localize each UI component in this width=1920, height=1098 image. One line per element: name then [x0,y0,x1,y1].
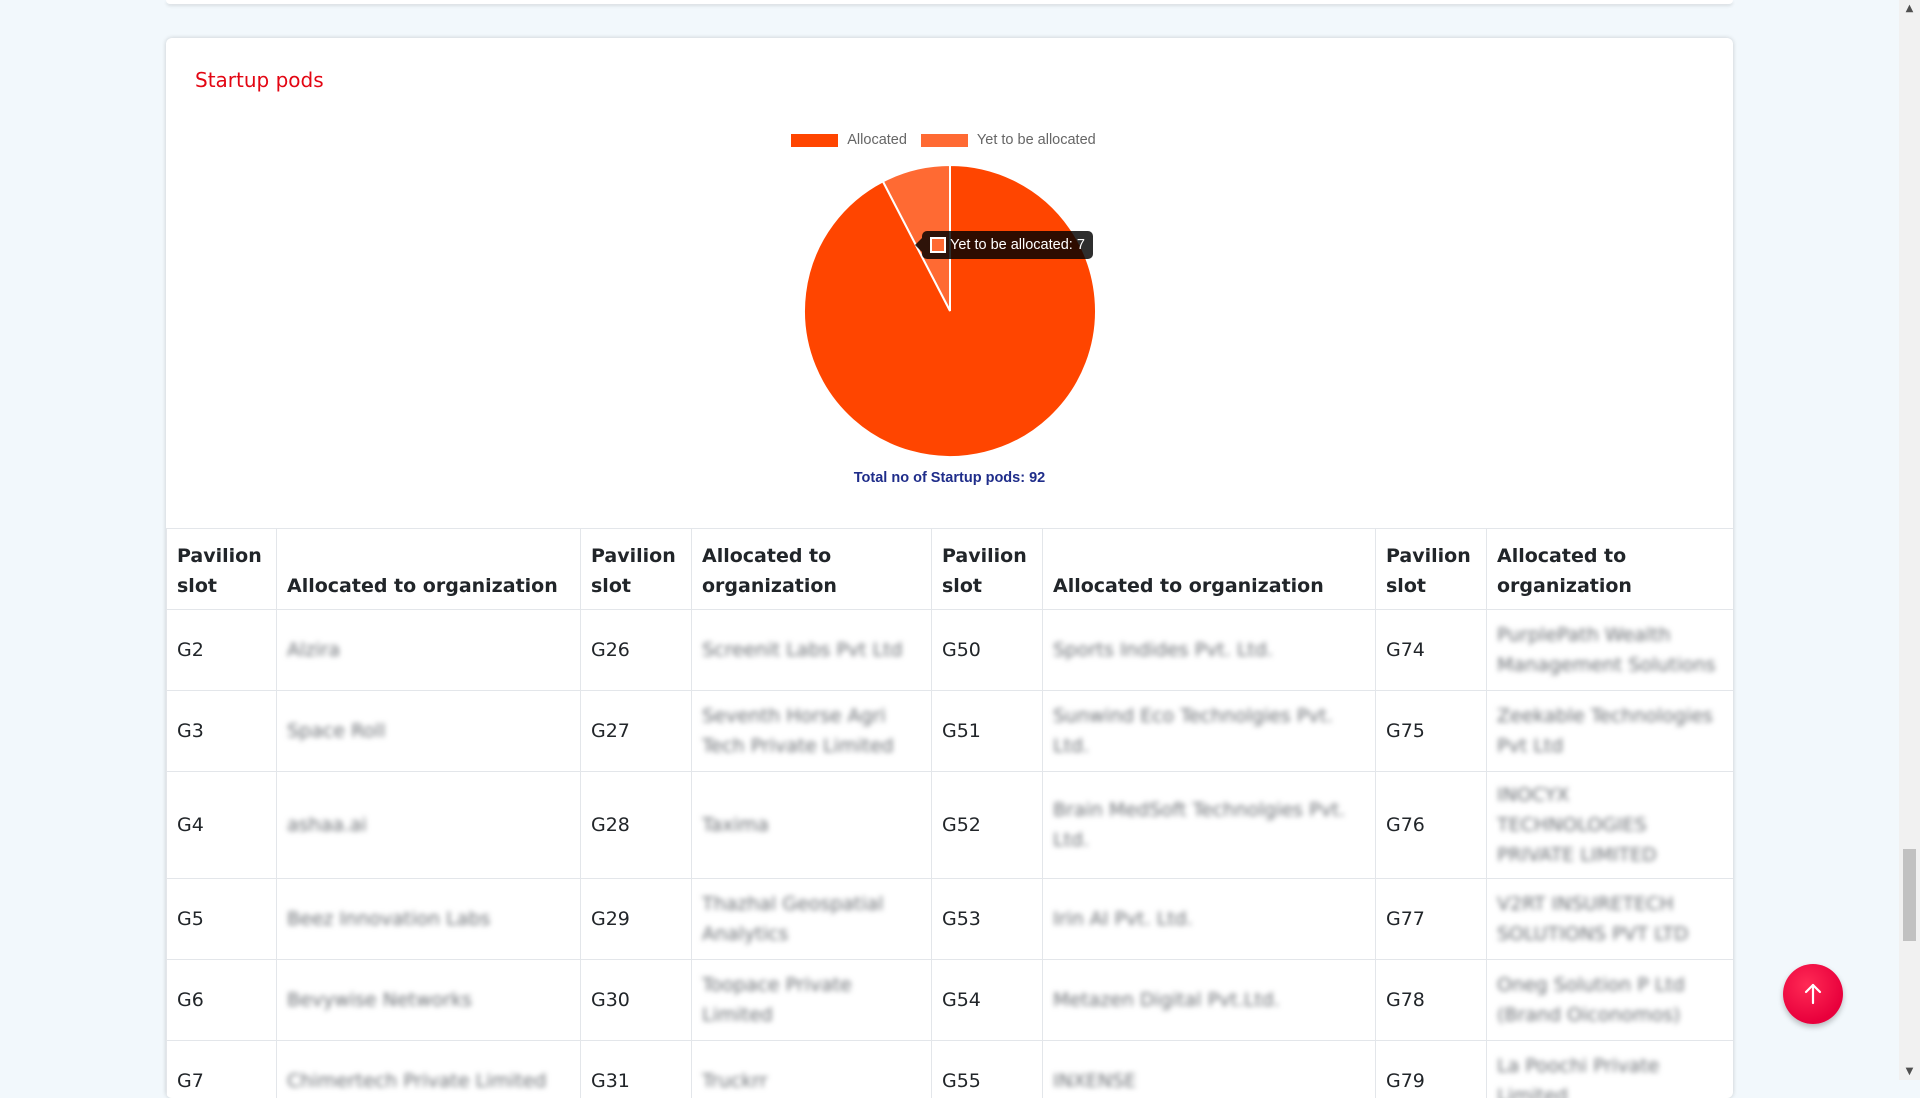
table-row: G6Bevywise NetworksG30Toopace Private Li… [167,960,1734,1041]
pavilion-slot-cell: G5 [167,879,277,960]
pavilion-slot-cell: G6 [167,960,277,1041]
organization-cell: PurplePath Wealth Management Solutions [1487,610,1734,691]
tooltip-text: Yet to be allocated: 7 [950,237,1085,253]
organization-cell: V2RT INSURETECH SOLUTIONS PVT LTD [1487,879,1734,960]
table-row: G2AlziraG26Screenit Labs Pvt LtdG50Sport… [167,610,1734,691]
legend-label-allocated: Allocated [847,132,907,148]
organization-cell: Screenit Labs Pvt Ltd [692,610,932,691]
scroll-to-top-button[interactable] [1783,964,1843,1024]
pie-chart-svg [800,161,1100,461]
pavilion-slot-cell: G52 [932,772,1043,879]
column-header: Pavilion slot [581,529,692,610]
pavilion-slot-cell: G29 [581,879,692,960]
chart-tooltip: Yet to be allocated: 7 [922,231,1093,259]
table-row: G7Chimertech Private LimitedG31TruckrrG5… [167,1041,1734,1098]
pavilion-slot-cell: G2 [167,610,277,691]
pavilion-slot-cell: G50 [932,610,1043,691]
organization-cell: INXENSE [1043,1041,1376,1098]
column-header: Allocated to organization [277,529,581,610]
table-header-row: Pavilion slot Allocated to organization … [167,529,1734,610]
pavilion-slot-cell: G7 [167,1041,277,1098]
legend-swatch-allocated [791,134,838,147]
pavilion-slot-cell: G78 [1376,960,1487,1041]
pavilion-slot-cell: G4 [167,772,277,879]
column-header: Pavilion slot [932,529,1043,610]
column-header: Pavilion slot [167,529,277,610]
legend-swatch-yet-to-be-allocated [921,134,968,147]
organization-cell: Brain MedSoft Technolgies Pvt. Ltd. [1043,772,1376,879]
pavilion-slot-cell: G3 [167,691,277,772]
pavilion-slot-cell: G74 [1376,610,1487,691]
legend-label-yet-to-be-allocated: Yet to be allocated [977,132,1096,148]
organization-cell: Beez Innovation Labs [277,879,581,960]
organization-cell: Metazen Digital Pvt.Ltd. [1043,960,1376,1041]
pavilion-slot-cell: G53 [932,879,1043,960]
organization-cell: Bevywise Networks [277,960,581,1041]
previous-card-edge [166,0,1733,4]
tooltip-swatch [930,237,946,253]
table-row: G3Space RollG27Seventh Horse Agri Tech P… [167,691,1734,772]
organization-cell: Seventh Horse Agri Tech Private Limited [692,691,932,772]
scroll-up-arrow-icon[interactable]: ▲ [1899,0,1920,17]
pavilion-slot-cell: G30 [581,960,692,1041]
pavilion-slot-cell: G27 [581,691,692,772]
pavilion-slot-cell: G76 [1376,772,1487,879]
organization-cell: La Poochi Private Limited [1487,1041,1734,1098]
organization-cell: ashaa.ai [277,772,581,879]
organization-cell: INOCYX TECHNOLOGIES PRIVATE LIMITED [1487,772,1734,879]
column-header: Allocated to organization [1043,529,1376,610]
scrollbar-thumb[interactable] [1903,849,1916,941]
pavilion-slot-cell: G77 [1376,879,1487,960]
chart-legend: Allocated Yet to be allocated [166,132,1727,148]
column-header: Allocated to organization [1487,529,1734,610]
organization-cell: Alzira [277,610,581,691]
organization-cell: Oneg Solution P Ltd (Brand Oiconomos) [1487,960,1734,1041]
organization-cell: Taxima [692,772,932,879]
arrow-up-icon [1800,981,1826,1007]
organization-cell: Sunwind Eco Technolgies Pvt. Ltd. [1043,691,1376,772]
organization-cell: Space Roll [277,691,581,772]
column-header: Pavilion slot [1376,529,1487,610]
table-row: G5Beez Innovation LabsG29Thazhal Geospat… [167,879,1734,960]
pie-chart [800,161,1100,461]
startup-pods-card: Startup pods Allocated Yet to be allocat… [166,38,1733,1098]
section-title: Startup pods [195,68,324,92]
pavilion-slot-cell: G75 [1376,691,1487,772]
organization-cell: Thazhal Geospatial Analytics [692,879,932,960]
legend-item-yet-to-be-allocated[interactable]: Yet to be allocated [921,132,1096,148]
pavilion-slot-cell: G28 [581,772,692,879]
organization-cell: Sports Indides Pvt. Ltd. [1043,610,1376,691]
table-body: G2AlziraG26Screenit Labs Pvt LtdG50Sport… [167,610,1734,1098]
pavilion-slot-cell: G54 [932,960,1043,1041]
pie-slice-allocated[interactable] [804,165,1096,457]
scroll-down-arrow-icon[interactable]: ▼ [1899,1063,1920,1080]
chart-caption: Total no of Startup pods: 92 [166,470,1733,486]
organization-cell: Zeekable Technologies Pvt Ltd [1487,691,1734,772]
pavilion-slots-table: Pavilion slot Allocated to organization … [166,528,1733,1098]
column-header: Allocated to organization [692,529,932,610]
organization-cell: Chimertech Private Limited [277,1041,581,1098]
pavilion-slot-cell: G26 [581,610,692,691]
pavilion-slot-cell: G55 [932,1041,1043,1098]
organization-cell: Toopace Private Limited [692,960,932,1041]
table-row: G4ashaa.aiG28TaximaG52Brain MedSoft Tech… [167,772,1734,879]
pavilion-slot-cell: G79 [1376,1041,1487,1098]
organization-cell: Truckrr [692,1041,932,1098]
legend-item-allocated[interactable]: Allocated [791,132,907,148]
vertical-scrollbar[interactable]: ▲ ▼ [1899,0,1920,1080]
organization-cell: Irin AI Pvt. Ltd. [1043,879,1376,960]
pavilion-slot-cell: G51 [932,691,1043,772]
pavilion-slot-cell: G31 [581,1041,692,1098]
